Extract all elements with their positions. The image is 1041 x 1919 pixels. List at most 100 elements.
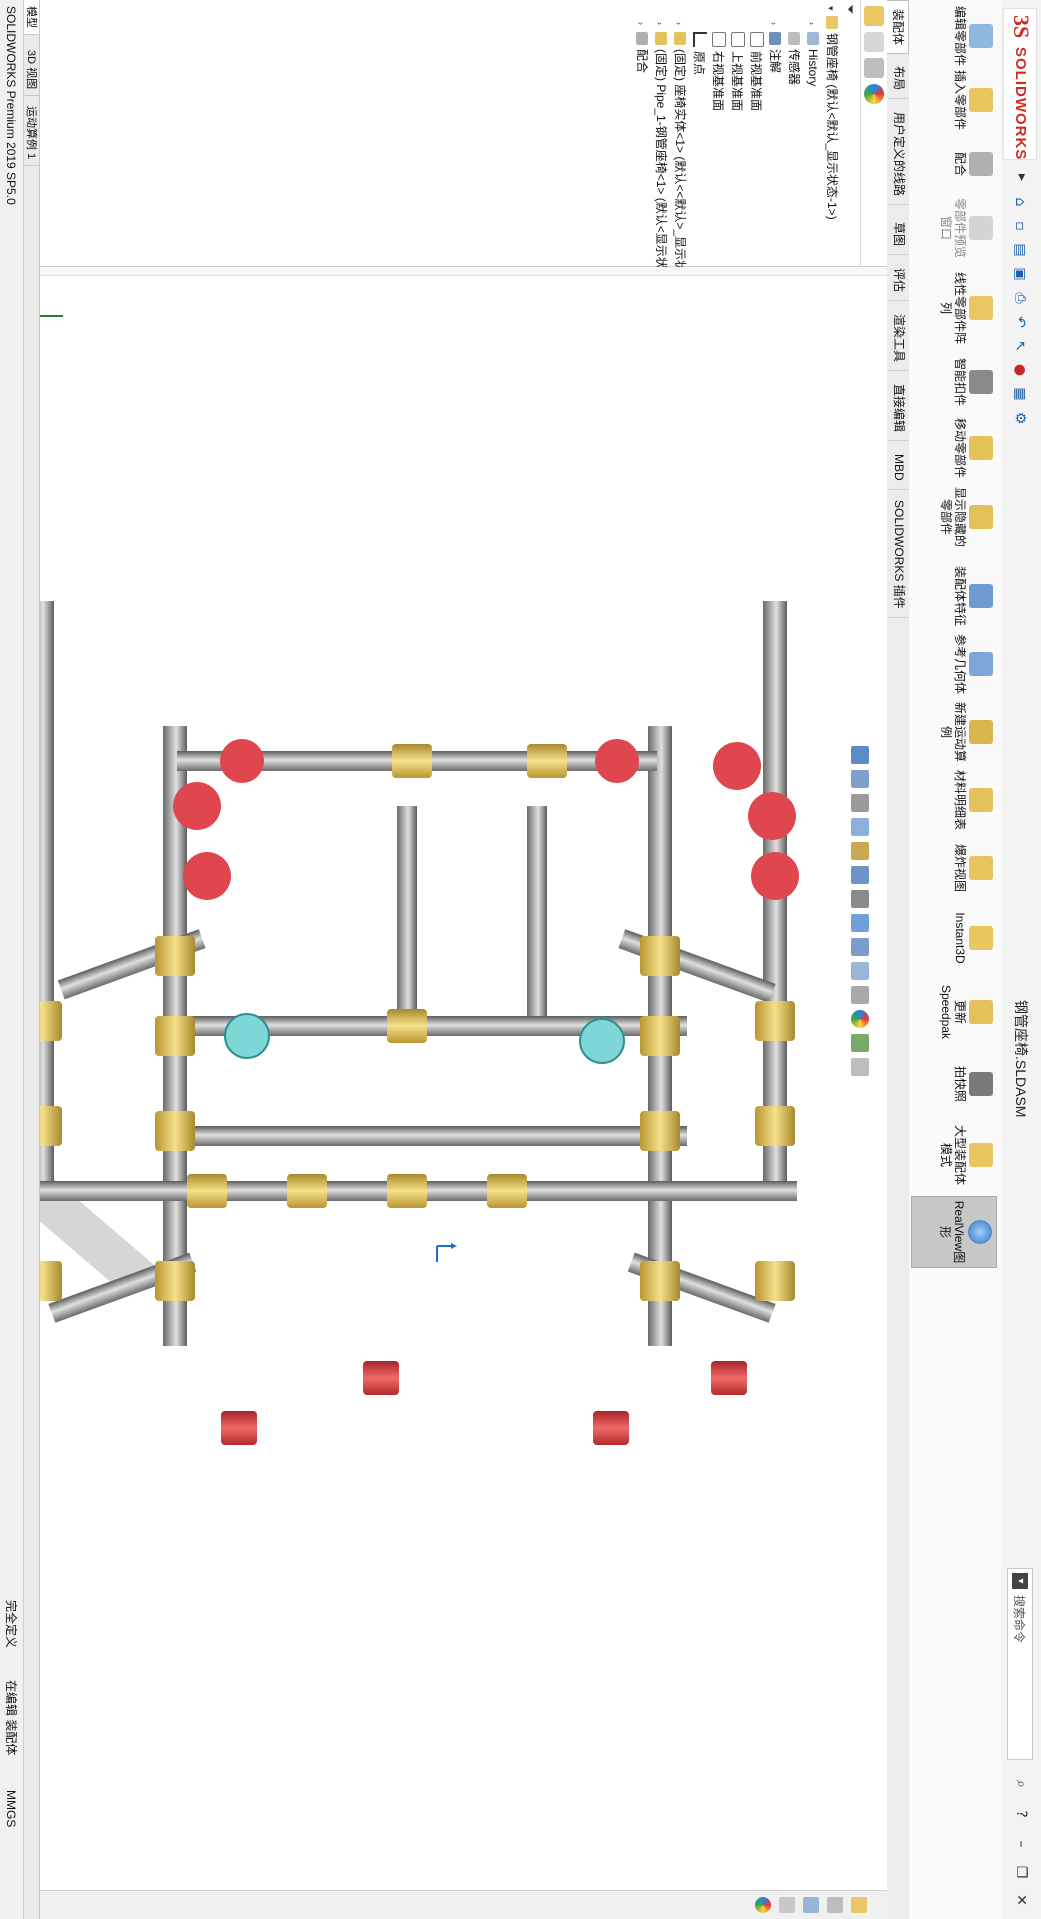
tee-fitting[interactable]	[755, 1001, 795, 1041]
file-explorer-icon[interactable]	[803, 1897, 819, 1913]
tab-sketch[interactable]: 草图	[888, 214, 909, 256]
tee-fitting[interactable]	[755, 1106, 795, 1146]
pipe-backrest-left[interactable]	[527, 806, 547, 1016]
search-commands-input[interactable]: ▾ 搜索命令	[1007, 1568, 1033, 1760]
tee-fitting[interactable]	[755, 1261, 795, 1301]
linear-pattern-button[interactable]: 线性零部件阵列	[913, 268, 997, 348]
elbow-fitting[interactable]	[751, 852, 799, 900]
tee-fitting[interactable]	[387, 1174, 427, 1208]
graphics-viewport[interactable]	[0, 276, 887, 1919]
display-manager-tab-icon[interactable]	[864, 84, 884, 104]
tee-fitting[interactable]	[392, 744, 432, 778]
menu-arrow-icon[interactable]: ▸	[1014, 174, 1030, 181]
elbow-fitting[interactable]	[220, 739, 264, 783]
unit-system[interactable]: MMGS	[0, 1790, 23, 1827]
update-speedpak-button[interactable]: 更新Speedpak	[913, 980, 997, 1044]
tab-user-defined-routing[interactable]: 用户定义的线路	[888, 104, 909, 206]
tab-render-tools[interactable]: 渲染工具	[888, 306, 909, 372]
help-icon[interactable]: ?	[1009, 1800, 1033, 1828]
elbow-fitting[interactable]	[183, 852, 231, 900]
tree-node-mates[interactable]: ›配合	[632, 6, 651, 266]
expand-icon[interactable]: ›	[669, 22, 688, 32]
foot-cap[interactable]	[711, 1361, 747, 1395]
section-view-icon[interactable]	[851, 818, 869, 836]
view-orientation-icon[interactable]	[851, 866, 869, 884]
scene-icon[interactable]	[851, 1034, 869, 1052]
foot-cap[interactable]	[593, 1411, 629, 1445]
tree-node-origin[interactable]: 原点	[689, 6, 708, 266]
pipe-backrest-right[interactable]	[397, 806, 417, 1016]
edit-component-button[interactable]: 编辑零部件	[913, 6, 997, 66]
large-assembly-mode-button[interactable]: 大型装配体模式	[913, 1120, 997, 1190]
move-component-button[interactable]: 移动零部件	[913, 418, 997, 478]
search-icon[interactable]: ⌕	[1009, 1770, 1033, 1798]
tab-3d-view[interactable]: 3D 视图	[23, 44, 39, 97]
view-settings-icon[interactable]	[851, 986, 869, 1004]
close-button[interactable]: ✕	[1009, 1886, 1033, 1914]
print-icon[interactable]: ⎙	[1008, 286, 1032, 310]
foot-cap[interactable]	[221, 1411, 257, 1445]
tee-fitting[interactable]	[487, 1174, 527, 1208]
tab-assembly[interactable]: 装配体	[887, 0, 909, 55]
tab-model[interactable]: 模型	[23, 0, 39, 35]
previous-view-icon[interactable]	[851, 794, 869, 812]
dynamic-annotation-icon[interactable]	[851, 842, 869, 860]
exploded-view-button[interactable]: 爆炸视图	[913, 838, 997, 898]
new-motion-study-button[interactable]: 新建运动算例	[913, 702, 997, 762]
open-icon[interactable]: ▤	[1008, 238, 1032, 262]
options-gear-icon[interactable]: ⚙	[1008, 406, 1032, 430]
elbow-fitting[interactable]	[748, 792, 796, 840]
tab-evaluate[interactable]: 评估	[888, 260, 909, 302]
hide-show-items-icon[interactable]	[851, 914, 869, 932]
selected-elbow-left[interactable]	[579, 1018, 625, 1064]
elbow-fitting[interactable]	[713, 742, 761, 790]
file-properties-icon[interactable]: ▦	[1008, 382, 1032, 406]
zoom-to-fit-icon[interactable]	[851, 746, 869, 764]
tree-node-history[interactable]: ›History	[803, 6, 822, 266]
minimize-button[interactable]: –	[1009, 1830, 1033, 1858]
feature-tree-tab-icon[interactable]	[864, 6, 884, 26]
pipe-seat-rail-rear[interactable]	[167, 1126, 687, 1146]
edit-appearance-icon[interactable]	[851, 938, 869, 956]
appearance-icon[interactable]	[851, 1010, 869, 1028]
tree-node-annotations[interactable]: ›注解	[765, 6, 784, 266]
tee-fitting[interactable]	[155, 1111, 195, 1151]
apply-scene-icon[interactable]	[851, 962, 869, 980]
zoom-area-icon[interactable]	[851, 770, 869, 788]
tree-node-seat-body[interactable]: ›(固定) 座椅实体<1> (默认<<默认>_显示状态 1>)	[669, 6, 689, 305]
appearances-icon[interactable]	[755, 1897, 771, 1913]
panel-splitter[interactable]	[0, 267, 887, 276]
tee-fitting[interactable]	[287, 1174, 327, 1208]
tee-fitting[interactable]	[527, 744, 567, 778]
show-hidden-components-button[interactable]: 显示隐藏的零部件	[913, 482, 997, 552]
bill-of-materials-button[interactable]: 材料明细表	[913, 770, 997, 830]
reference-geometry-button[interactable]: 参考几何体	[913, 634, 997, 694]
home-icon[interactable]: ⌂	[1008, 190, 1032, 214]
expand-icon[interactable]: ›	[631, 22, 650, 32]
tab-direct-editing[interactable]: 直接编辑	[888, 376, 909, 442]
assembly-features-button[interactable]: 装配体特征	[913, 566, 997, 626]
new-document-icon[interactable]: ▫	[1008, 214, 1032, 238]
tree-node-assembly[interactable]: ▾钢管座椅 (默认<默认_显示状态-1>)	[822, 6, 841, 266]
tab-solidworks-addins[interactable]: SOLIDWORKS 插件	[888, 492, 909, 618]
configuration-manager-tab-icon[interactable]	[864, 58, 884, 78]
tee-fitting[interactable]	[187, 1174, 227, 1208]
mate-button[interactable]: 配合	[913, 134, 997, 194]
filter-icon[interactable]: ⏷	[841, 4, 857, 20]
tee-fitting[interactable]	[640, 936, 680, 976]
foot-cap[interactable]	[363, 1361, 399, 1395]
select-icon[interactable]: ↖	[1008, 334, 1032, 358]
solidworks-logo[interactable]: 3S SOLIDWORKS ▸	[1003, 8, 1037, 181]
chair-model[interactable]	[0, 276, 887, 1919]
design-library-icon[interactable]	[827, 1897, 843, 1913]
expand-icon[interactable]: ›	[764, 22, 783, 32]
elbow-fitting[interactable]	[595, 739, 639, 783]
tee-fitting[interactable]	[155, 1261, 195, 1301]
tee-fitting[interactable]	[640, 1261, 680, 1301]
tee-fitting[interactable]	[155, 1016, 195, 1056]
insert-component-button[interactable]: 插入零部件	[913, 70, 997, 130]
expand-icon[interactable]: ›	[650, 22, 669, 32]
display-style-icon[interactable]	[851, 890, 869, 908]
tee-fitting[interactable]	[387, 1009, 427, 1043]
solidworks-resources-icon[interactable]	[851, 1897, 867, 1913]
